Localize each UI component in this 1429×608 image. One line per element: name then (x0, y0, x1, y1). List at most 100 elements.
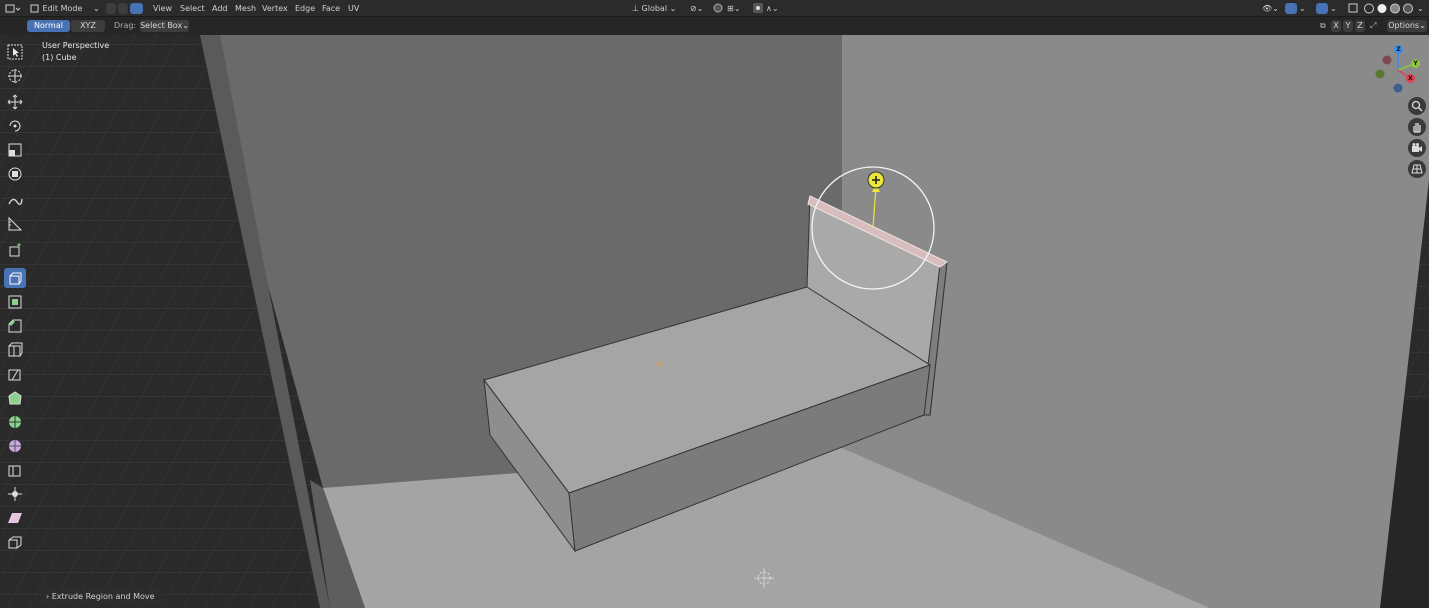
smooth-icon (9, 440, 21, 452)
menu-mesh[interactable]: Mesh (235, 0, 256, 17)
select-box-icon (7, 44, 23, 60)
orientation-xyz-button[interactable]: XYZ (71, 20, 105, 32)
add-cube-icon (9, 243, 21, 257)
drag-label: Drag: (114, 21, 137, 30)
shading-dropdown[interactable]: ⌄ (1417, 0, 1424, 17)
tool-spin[interactable] (4, 412, 26, 432)
hand-icon (1413, 123, 1421, 133)
active-object-name: (1) Cube (42, 53, 77, 62)
zoom-button[interactable] (1408, 97, 1426, 115)
toggle-perspective-button[interactable] (1408, 160, 1426, 178)
navigation-gizmo[interactable]: Z Y X (1370, 40, 1428, 96)
menu-add[interactable]: Add (212, 0, 228, 17)
3d-viewport[interactable] (0, 35, 1429, 608)
tool-shrink-fatten[interactable] (4, 484, 26, 504)
tool-inset-faces[interactable] (4, 292, 26, 312)
tool-edge-slide[interactable] (4, 460, 26, 480)
tool-cursor[interactable] (4, 66, 26, 86)
select-vertex-mode-button[interactable] (106, 3, 116, 14)
orientation-icon: ⊥ (632, 4, 639, 13)
tool-move[interactable] (4, 92, 26, 112)
select-face-mode-button[interactable] (130, 3, 143, 14)
snap-target-dropdown[interactable]: ⊞⌄ (727, 0, 740, 17)
orientation-normal-button[interactable]: Normal (27, 20, 70, 32)
options-label: Options (1388, 21, 1420, 30)
pan-button[interactable] (1408, 118, 1426, 136)
tool-shear[interactable] (4, 508, 26, 528)
menu-vertex[interactable]: Vertex (262, 0, 288, 17)
mode-dropdown[interactable]: Edit Mode ⌄ (30, 0, 100, 17)
chevron-down-icon: ⌄ (93, 4, 100, 13)
tool-add-cube[interactable] (4, 240, 26, 260)
select-edge-mode-button[interactable] (118, 3, 128, 14)
loop-cut-icon (8, 342, 23, 357)
axis-y-toggle[interactable]: Y (1343, 20, 1353, 32)
rotate-icon (9, 120, 21, 132)
menu-uv[interactable]: UV (348, 0, 359, 17)
tool-scale[interactable] (4, 140, 26, 160)
tool-transform[interactable] (4, 164, 26, 184)
inset-faces-icon (8, 295, 22, 309)
last-operator-panel[interactable]: › Extrude Region and Move (40, 589, 161, 605)
editor-type-dropdown[interactable] (4, 0, 21, 17)
axis-z-toggle[interactable]: Z (1355, 20, 1365, 32)
tool-smooth[interactable] (4, 436, 26, 456)
menu-select[interactable]: Select (180, 0, 205, 17)
poly-build-icon (8, 391, 22, 405)
bevel-icon (8, 319, 22, 333)
scale-icon (8, 143, 22, 157)
edit-mode-icon (30, 4, 39, 13)
shading-wireframe-button[interactable] (1363, 0, 1375, 17)
auto-merge-icon[interactable]: ⤢ (1370, 20, 1376, 32)
options-dropdown[interactable]: Options⌄ (1387, 20, 1427, 32)
shading-solid-button[interactable] (1376, 0, 1388, 17)
menu-edge[interactable]: Edge (295, 0, 315, 17)
tool-settings-bar: Normal XYZ Drag: Select Box⌄ ⧉ X Y Z ⤢ O… (0, 17, 1429, 35)
shrink-fatten-icon (8, 487, 22, 501)
tool-annotate[interactable] (4, 190, 26, 210)
spin-icon (9, 416, 21, 428)
gizmo-toggle[interactable] (1285, 3, 1297, 14)
gizmo-z-axis[interactable]: Z (1394, 45, 1403, 54)
menu-face[interactable]: Face (322, 0, 340, 17)
transform-orientation-label: Global (641, 4, 668, 13)
tool-select-box[interactable] (4, 42, 26, 62)
drag-value: Select Box (140, 21, 183, 30)
menu-view[interactable]: View (153, 0, 172, 17)
tool-bevel[interactable] (4, 316, 26, 336)
drag-select-box-dropdown[interactable]: Select Box⌄ (140, 20, 189, 32)
camera-icon (1412, 143, 1422, 152)
gizmo-y-axis[interactable]: Y (1411, 59, 1420, 68)
xray-toggle[interactable] (1347, 0, 1359, 17)
pivot-point-dropdown[interactable]: ⊘⌄ (690, 0, 703, 17)
snap-toggle[interactable] (712, 0, 724, 17)
axis-x-toggle[interactable]: X (1331, 20, 1341, 32)
tool-measure[interactable] (4, 214, 26, 234)
chevron-down-icon: ⌄ (182, 21, 189, 30)
measure-icon (8, 216, 23, 231)
tool-loop-cut[interactable] (4, 340, 26, 360)
mode-label: Edit Mode (42, 4, 83, 13)
overlays-dropdown[interactable]: ⌄ (1330, 0, 1337, 17)
tool-rotate[interactable] (4, 116, 26, 136)
camera-view-button[interactable] (1408, 139, 1426, 157)
tool-poly-build[interactable] (4, 388, 26, 408)
shear-icon (8, 513, 22, 523)
chevron-down-icon: ⌄ (1419, 21, 1426, 30)
edge-slide-icon (8, 465, 21, 477)
gizmo-x-axis[interactable]: X (1406, 74, 1415, 83)
chevron-down-icon: ⌄ (669, 4, 677, 13)
proportional-falloff-dropdown[interactable]: ∧⌄ (766, 0, 779, 17)
visibility-dropdown[interactable]: 👁⌄ (1262, 0, 1279, 17)
tool-rip-region[interactable] (4, 532, 26, 552)
gizmo-dropdown[interactable]: ⌄ (1299, 0, 1306, 17)
transform-orientation-dropdown[interactable]: ⊥ Global ⌄ (632, 0, 676, 17)
tool-extrude-region[interactable] (4, 268, 26, 288)
overlays-toggle[interactable] (1316, 3, 1328, 14)
shading-material-button[interactable] (1389, 0, 1401, 17)
annotate-icon (8, 198, 23, 206)
shading-rendered-button[interactable] (1402, 0, 1414, 17)
mirror-icon: ⧉ (1320, 21, 1326, 30)
tool-knife[interactable] (4, 364, 26, 384)
proportional-editing-toggle[interactable] (752, 0, 764, 17)
